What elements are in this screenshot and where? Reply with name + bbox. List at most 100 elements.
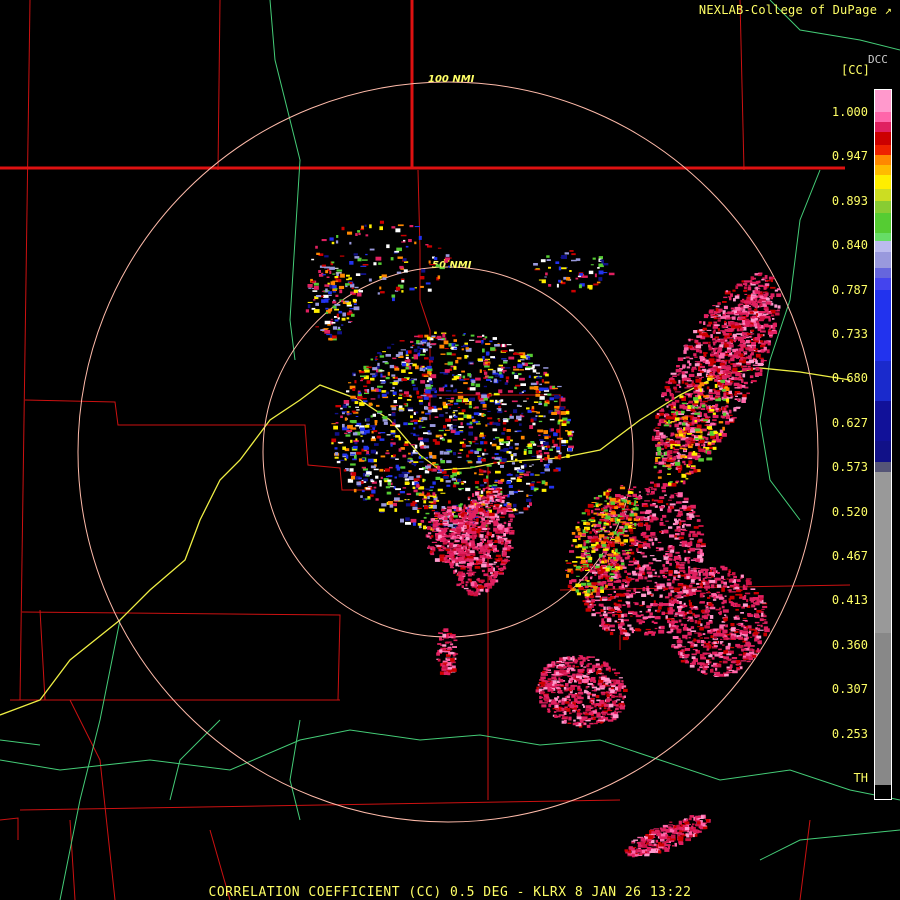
echo-pixel	[764, 291, 768, 293]
echo-pixel	[643, 518, 648, 521]
echo-pixel	[688, 415, 694, 418]
echo-pixel	[694, 620, 698, 624]
echo-pixel	[712, 599, 717, 601]
echo-pixel	[677, 608, 682, 612]
echo-pixel	[487, 393, 492, 397]
echo-pixel	[718, 347, 723, 351]
echo-pixel	[703, 353, 707, 357]
echo-pixel	[508, 520, 513, 523]
echo-pixel	[700, 408, 706, 410]
echo-pixel	[714, 336, 719, 339]
echo-pixel	[420, 276, 425, 280]
echo-pixel	[566, 664, 572, 668]
echo-pixel	[643, 504, 649, 508]
echo-pixel	[373, 262, 377, 266]
echo-pixel	[563, 710, 567, 715]
echo-pixel	[557, 454, 562, 459]
echo-pixel	[543, 387, 549, 391]
echo-pixel	[390, 438, 394, 441]
echo-pixel	[389, 486, 395, 488]
echo-pixel	[334, 432, 340, 436]
echo-pixel	[500, 543, 504, 545]
echo-pixel	[370, 398, 376, 400]
echo-pixel	[411, 463, 417, 465]
echo-pixel	[389, 364, 395, 369]
echo-pixel	[502, 343, 505, 347]
echo-pixel	[642, 616, 649, 619]
echo-pixel	[490, 380, 493, 383]
echo-pixel	[493, 461, 497, 464]
echo-pixel	[576, 716, 582, 720]
echo-pixel	[691, 380, 694, 384]
echo-pixel	[642, 555, 648, 558]
echo-pixel	[754, 287, 760, 289]
echo-pixel	[450, 425, 457, 427]
echo-pixel	[386, 491, 392, 495]
echo-pixel	[453, 347, 458, 350]
echo-pixel	[370, 387, 374, 390]
echo-pixel	[713, 596, 716, 600]
echo-pixel	[439, 397, 442, 399]
echo-pixel	[444, 348, 449, 350]
echo-pixel	[704, 666, 709, 668]
echo-pixel	[431, 335, 436, 337]
echo-pixel	[422, 478, 425, 483]
echo-pixel	[572, 722, 578, 726]
echo-pixel	[688, 373, 695, 377]
echo-pixel	[395, 228, 401, 233]
echo-pixel	[776, 288, 780, 291]
echo-pixel	[400, 518, 404, 523]
echo-pixel	[369, 494, 374, 497]
echo-pixel	[642, 587, 646, 592]
echo-pixel	[364, 425, 370, 428]
echo-pixel	[434, 257, 438, 261]
echo-pixel	[572, 711, 575, 713]
echo-pixel	[428, 346, 432, 349]
echo-pixel	[733, 575, 737, 579]
echo-pixel	[706, 621, 710, 626]
echo-pixel	[321, 239, 327, 242]
echo-pixel	[388, 501, 393, 505]
echo-pixel	[360, 273, 367, 275]
echo-pixel	[770, 314, 775, 317]
echo-pixel	[423, 375, 429, 377]
echo-pixel	[518, 511, 524, 514]
echo-pixel	[578, 708, 581, 711]
echo-pixel	[379, 370, 385, 372]
echo-pixel	[576, 675, 582, 678]
echo-pixel	[607, 607, 613, 609]
echo-pixel	[489, 515, 495, 519]
echo-pixel	[541, 379, 544, 383]
echo-pixel	[566, 277, 571, 281]
echo-pixel	[568, 716, 572, 721]
echo-pixel	[673, 386, 677, 390]
echo-pixel	[768, 318, 771, 322]
echo-pixel	[536, 450, 539, 455]
echo-pixel	[735, 285, 739, 289]
echo-pixel	[329, 270, 332, 274]
echo-pixel	[746, 578, 752, 580]
echo-pixel	[441, 438, 445, 441]
echo-pixel	[531, 481, 535, 484]
echo-pixel	[448, 343, 452, 347]
echo-pixel	[592, 571, 598, 574]
echo-pixel	[661, 486, 666, 490]
echo-pixel	[519, 473, 524, 475]
echo-pixel	[624, 556, 630, 560]
echo-pixel	[610, 608, 615, 612]
echo-pixel	[638, 571, 644, 574]
state-boundaries	[0, 0, 845, 170]
echo-pixel	[676, 629, 682, 634]
echo-pixel	[647, 608, 651, 612]
echo-pixel	[541, 488, 547, 492]
echo-pixel	[457, 452, 462, 454]
echo-pixel	[381, 503, 387, 507]
echo-pixel	[630, 551, 635, 555]
echo-pixel	[400, 234, 407, 237]
echo-pixel	[674, 448, 680, 451]
echo-pixel	[424, 357, 429, 360]
echo-pixel	[735, 372, 741, 377]
echo-pixel	[750, 324, 754, 326]
echo-pixel	[394, 476, 397, 479]
echo-pixel	[761, 612, 764, 617]
